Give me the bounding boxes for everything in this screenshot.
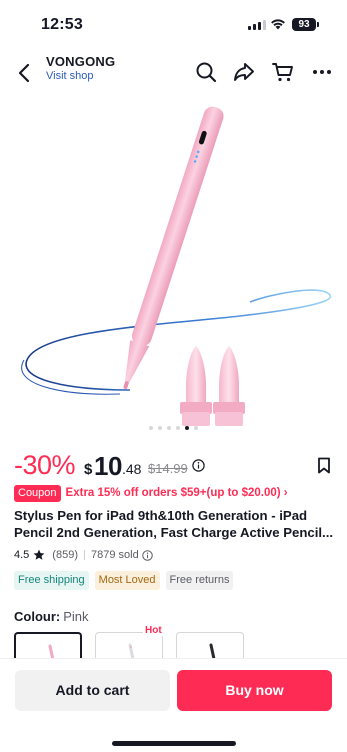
price-integer: 10	[94, 451, 122, 481]
home-indicator[interactable]	[112, 741, 236, 746]
visit-shop-link[interactable]: Visit shop	[46, 70, 94, 82]
more-icon[interactable]	[310, 60, 334, 84]
shop-name[interactable]: VONGONG	[46, 54, 115, 69]
sold-count: 7879 sold	[90, 549, 139, 561]
variant-pink-thumbnail	[48, 644, 55, 658]
price-currency: $	[84, 461, 93, 478]
stylus-pen-image	[21, 106, 332, 426]
product-image[interactable]	[0, 90, 347, 435]
share-icon[interactable]	[232, 60, 256, 84]
spare-tip-right	[213, 346, 245, 426]
most-loved-tag: Most Loved	[94, 571, 160, 590]
page-dot	[149, 426, 153, 430]
coupon-tag: Coupon	[14, 484, 61, 502]
signal-icon	[248, 20, 266, 30]
colour-label: Colour:	[14, 609, 61, 624]
rating-row[interactable]: 4.5 (859) 7879 sold	[14, 547, 153, 563]
bottom-action-bar: Add to cart Buy now	[0, 658, 347, 752]
product-title-line: Stylus Pen for iPad 9th&10th Generation …	[14, 508, 308, 523]
page-dot	[158, 426, 162, 430]
buy-now-button[interactable]: Buy now	[177, 670, 332, 711]
wifi-icon	[271, 19, 285, 30]
back-icon[interactable]	[16, 62, 34, 84]
page-dot-active	[185, 426, 189, 430]
add-to-cart-button[interactable]: Add to cart	[15, 670, 170, 711]
coupon-text: Extra 15% off orders $59+(up to $20.00) …	[65, 487, 288, 499]
status-bar: 12:53 93	[0, 0, 347, 46]
free-shipping-tag: Free shipping	[14, 571, 89, 590]
spare-tip-left	[180, 346, 212, 426]
info-icon[interactable]	[192, 459, 205, 472]
hot-badge: Hot	[143, 625, 164, 636]
star-icon	[33, 549, 45, 560]
page-dot	[167, 426, 171, 430]
status-time: 12:53	[41, 16, 83, 33]
shop-header: VONGONG Visit shop	[0, 50, 347, 94]
variant-white-thumbnail	[128, 643, 135, 658]
battery-icon: 93	[292, 18, 316, 31]
free-returns-tag: Free returns	[165, 571, 234, 590]
search-icon[interactable]	[194, 60, 218, 84]
product-title[interactable]: Stylus Pen for iPad 9th&10th Generation …	[14, 507, 334, 541]
page-dot	[194, 426, 198, 430]
original-price: $14.99	[148, 461, 188, 476]
divider	[83, 550, 85, 560]
battery-cap	[317, 22, 319, 27]
rating-value: 4.5	[14, 549, 30, 561]
product-title-line: Pencil 2nd Generation, Fast Charge Activ…	[14, 525, 334, 540]
price-decimal: .48	[122, 461, 142, 477]
coupon-banner[interactable]: Coupon Extra 15% off orders $59+(up to $…	[14, 484, 334, 502]
bookmark-icon[interactable]	[317, 457, 331, 474]
page-dot	[176, 426, 180, 430]
price-row: -30% $ 10 .48 $14.99	[14, 450, 334, 482]
variant-option-black[interactable]	[176, 632, 244, 658]
variant-black-thumbnail	[209, 643, 216, 658]
variant-option-pink[interactable]	[14, 632, 82, 658]
image-pagination	[0, 426, 347, 432]
discount-percent: -30%	[14, 450, 76, 480]
colour-selector-label: Colour: Pink	[14, 609, 89, 624]
review-count: (859)	[52, 549, 78, 561]
info-icon[interactable]	[141, 549, 153, 561]
colour-value: Pink	[63, 609, 89, 624]
cart-icon[interactable]	[271, 60, 295, 84]
feature-tags: Free shipping Most Loved Free returns	[14, 571, 234, 590]
